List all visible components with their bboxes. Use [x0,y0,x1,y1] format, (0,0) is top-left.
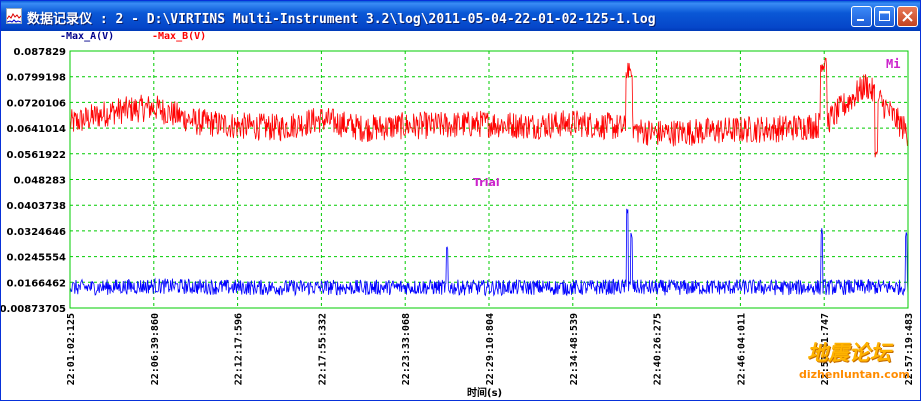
close-icon [902,11,913,22]
y-tick-label: 0.0403738 [7,201,67,212]
y-tick-label: 0.0561922 [7,150,67,161]
x-tick-label: 22:23:33:068 [401,313,412,385]
legend-series-b: -Max_B(V) [152,31,207,42]
y-tick-label: 0.0641014 [7,124,67,135]
y-tick-label: 0.0720106 [7,98,67,109]
x-tick-label: 22:29:10:804 [485,313,496,385]
y-tick-label: 0.0799198 [7,73,67,84]
x-tick-label: 22:17:55:332 [317,313,328,385]
y-tick-label: 0.048283 [13,176,66,187]
y-tick-label: 0.00873705 [1,304,66,315]
legend-series-a: -Max_A(V) [60,31,115,42]
x-tick-label: 22:46:04:011 [736,313,747,385]
chart-area: 0.087829 0.0799198 0.0720106 0.0641014 0.056… [1,31,920,400]
y-tick-label: 0.0324646 [7,227,67,238]
chart-app-icon[interactable] [6,8,22,24]
window-title: 数据记录仪 : 2 - D:\VIRTINS Multi-Instrument … [27,12,656,27]
x-tick-label: 22:06:39:860 [150,313,161,385]
y-tick-label: 0.087829 [13,47,66,58]
x-tick-label: 22:12:17:596 [234,313,245,385]
close-button[interactable] [897,6,918,27]
watermark-url: dizhenluntan.com [799,368,910,381]
x-tick-label: 22:34:48:539 [569,313,580,385]
x-tick-label: 22:01:02:125 [66,313,77,385]
y-tick-label: 0.0245554 [7,253,67,264]
maximize-button[interactable] [874,6,895,27]
app-window: 数据记录仪 : 2 - D:\VIRTINS Multi-Instrument … [0,0,921,401]
x-tick-label: 22:40:26:275 [653,313,664,385]
title-bar[interactable]: 数据记录仪 : 2 - D:\VIRTINS Multi-Instrument … [1,1,920,31]
watermark-logo: 地震论坛 [807,340,891,365]
minimize-button[interactable] [851,6,872,27]
minimize-icon [857,19,864,21]
x-axis-label: 时间(s) [467,386,502,399]
y-tick-label: 0.0166462 [7,278,67,289]
data-logger-chart[interactable]: 0.087829 0.0799198 0.0720106 0.0641014 0.056… [1,31,920,400]
mi-label: Mi [886,57,900,71]
trial-label: Trial [473,176,500,189]
